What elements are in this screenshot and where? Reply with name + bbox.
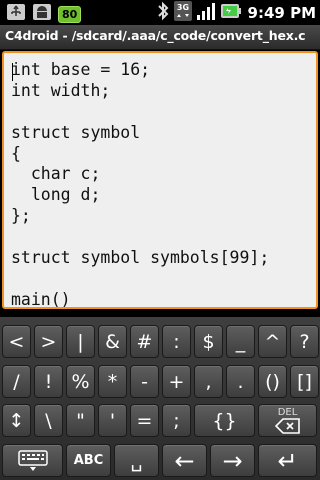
abc-key-label: ABC	[73, 453, 104, 468]
key-24-label: $	[202, 330, 215, 353]
enter-key[interactable]: ↵	[258, 444, 317, 477]
status-bar: 80 3G 9:49 PM	[0, 0, 320, 25]
key-7b7d[interactable]: {}	[194, 404, 255, 437]
key-2c[interactable]: ,	[194, 365, 223, 398]
code-editor[interactable]: int base = 16; int width; struct symbol{ c…	[2, 51, 318, 309]
key-2f[interactable]: /	[2, 365, 31, 398]
key-3c-label: <	[8, 330, 25, 353]
key-3d-label: =	[136, 409, 153, 432]
key-27[interactable]: '	[98, 404, 127, 437]
key-2d-label: -	[141, 370, 148, 393]
key-3f[interactable]: ?	[290, 325, 319, 358]
key-3d[interactable]: =	[130, 404, 159, 437]
left-arrow-key-label: ←	[174, 446, 195, 475]
key-24[interactable]: $	[194, 325, 223, 358]
key-5c-label: \	[45, 409, 52, 432]
clock: 9:49 PM	[247, 3, 316, 22]
code-line: char c;	[11, 164, 101, 184]
keyboard-icon	[17, 449, 48, 471]
key-3e-label: >	[40, 330, 57, 353]
code-line: struct symbol symbols[99];	[11, 248, 270, 268]
shift-key-label: ↕	[8, 409, 25, 432]
key-2829-label: ()	[265, 370, 280, 393]
symbol-keyboard: < > | & #: $ _ ^? /!% * - +,. () [] ↕ \ " ' =; {} DEL ABC ␣ ← → ↵	[0, 317, 320, 480]
key-2e[interactable]: .	[226, 365, 255, 398]
key-3a-label: :	[173, 330, 180, 353]
key-26[interactable]: &	[98, 325, 127, 358]
key-23[interactable]: #	[130, 325, 159, 358]
android-debug-icon	[32, 3, 52, 25]
key-5f-label: _	[235, 330, 246, 353]
key-3e[interactable]: >	[34, 325, 63, 358]
code-line: int width;	[11, 80, 111, 100]
key-22[interactable]: "	[66, 404, 95, 437]
backspace-icon	[274, 417, 300, 434]
left-arrow-key[interactable]: ←	[162, 444, 207, 477]
svg-text:3G: 3G	[176, 3, 188, 12]
usb-icon	[6, 3, 26, 25]
window-title: C4droid - /sdcard/.aaa/c_code/convert_he…	[5, 28, 306, 43]
key-26-label: &	[105, 330, 120, 353]
signal-bars-icon	[196, 1, 216, 25]
shift-key[interactable]: ↕	[2, 404, 31, 437]
key-3f-label: ?	[299, 330, 310, 353]
key-7c[interactable]: |	[66, 325, 95, 358]
code-content[interactable]: int base = 16; int width; struct symbol{ c…	[11, 60, 270, 309]
code-line: int base = 16;	[11, 60, 151, 79]
key-22-label: "	[76, 409, 85, 432]
title-bar: C4droid - /sdcard/.aaa/c_code/convert_he…	[0, 25, 320, 50]
key-21-label: !	[44, 370, 53, 393]
key-23-label: #	[136, 330, 153, 353]
right-arrow-key-label: →	[222, 446, 243, 475]
key-5e[interactable]: ^	[258, 325, 287, 358]
key-2829[interactable]: ()	[258, 365, 287, 398]
key-3c[interactable]: <	[2, 325, 31, 358]
right-arrow-key[interactable]: →	[210, 444, 255, 477]
key-7b7d-label: {}	[212, 409, 237, 432]
space-key[interactable]: ␣	[114, 444, 159, 477]
key-21[interactable]: !	[34, 365, 63, 398]
key-2b-label: +	[168, 370, 185, 393]
key-2a-label: *	[107, 370, 118, 393]
keyboard-toggle-key[interactable]	[2, 444, 63, 477]
key-5c[interactable]: \	[34, 404, 63, 437]
code-line: main()	[11, 289, 71, 309]
key-2d[interactable]: -	[130, 365, 159, 398]
abc-key[interactable]: ABC	[66, 444, 111, 477]
battery-level-badge: 80	[58, 5, 82, 23]
key-5e-label: ^	[264, 330, 281, 353]
key-2c-label: ,	[205, 370, 212, 393]
code-line: long d;	[11, 185, 101, 205]
space-key-label: ␣	[130, 449, 143, 472]
battery-icon	[220, 1, 242, 25]
key-2e-label: .	[237, 370, 244, 393]
3g-signal-icon: 3G	[173, 0, 192, 25]
key-5b5d[interactable]: []	[290, 365, 319, 398]
key-3b-label: ;	[173, 409, 180, 432]
key-3b[interactable]: ;	[162, 404, 191, 437]
delete-key-label: DEL	[277, 406, 298, 418]
code-line: };	[11, 206, 31, 226]
bluetooth-icon	[156, 1, 170, 25]
key-2a[interactable]: *	[98, 365, 127, 398]
code-line: struct symbol	[11, 122, 141, 142]
key-25[interactable]: %	[66, 365, 95, 398]
delete-key[interactable]: DEL	[258, 404, 317, 437]
key-2f-label: /	[13, 370, 20, 393]
enter-key-label: ↵	[277, 446, 298, 475]
key-25-label: %	[71, 370, 90, 393]
key-2b[interactable]: +	[162, 365, 191, 398]
key-5f[interactable]: _	[226, 325, 255, 358]
key-7c-label: |	[77, 330, 84, 353]
code-line: {	[11, 143, 21, 163]
key-3a[interactable]: :	[162, 325, 191, 358]
key-5b5d-label: []	[297, 370, 312, 393]
key-27-label: '	[109, 409, 116, 432]
